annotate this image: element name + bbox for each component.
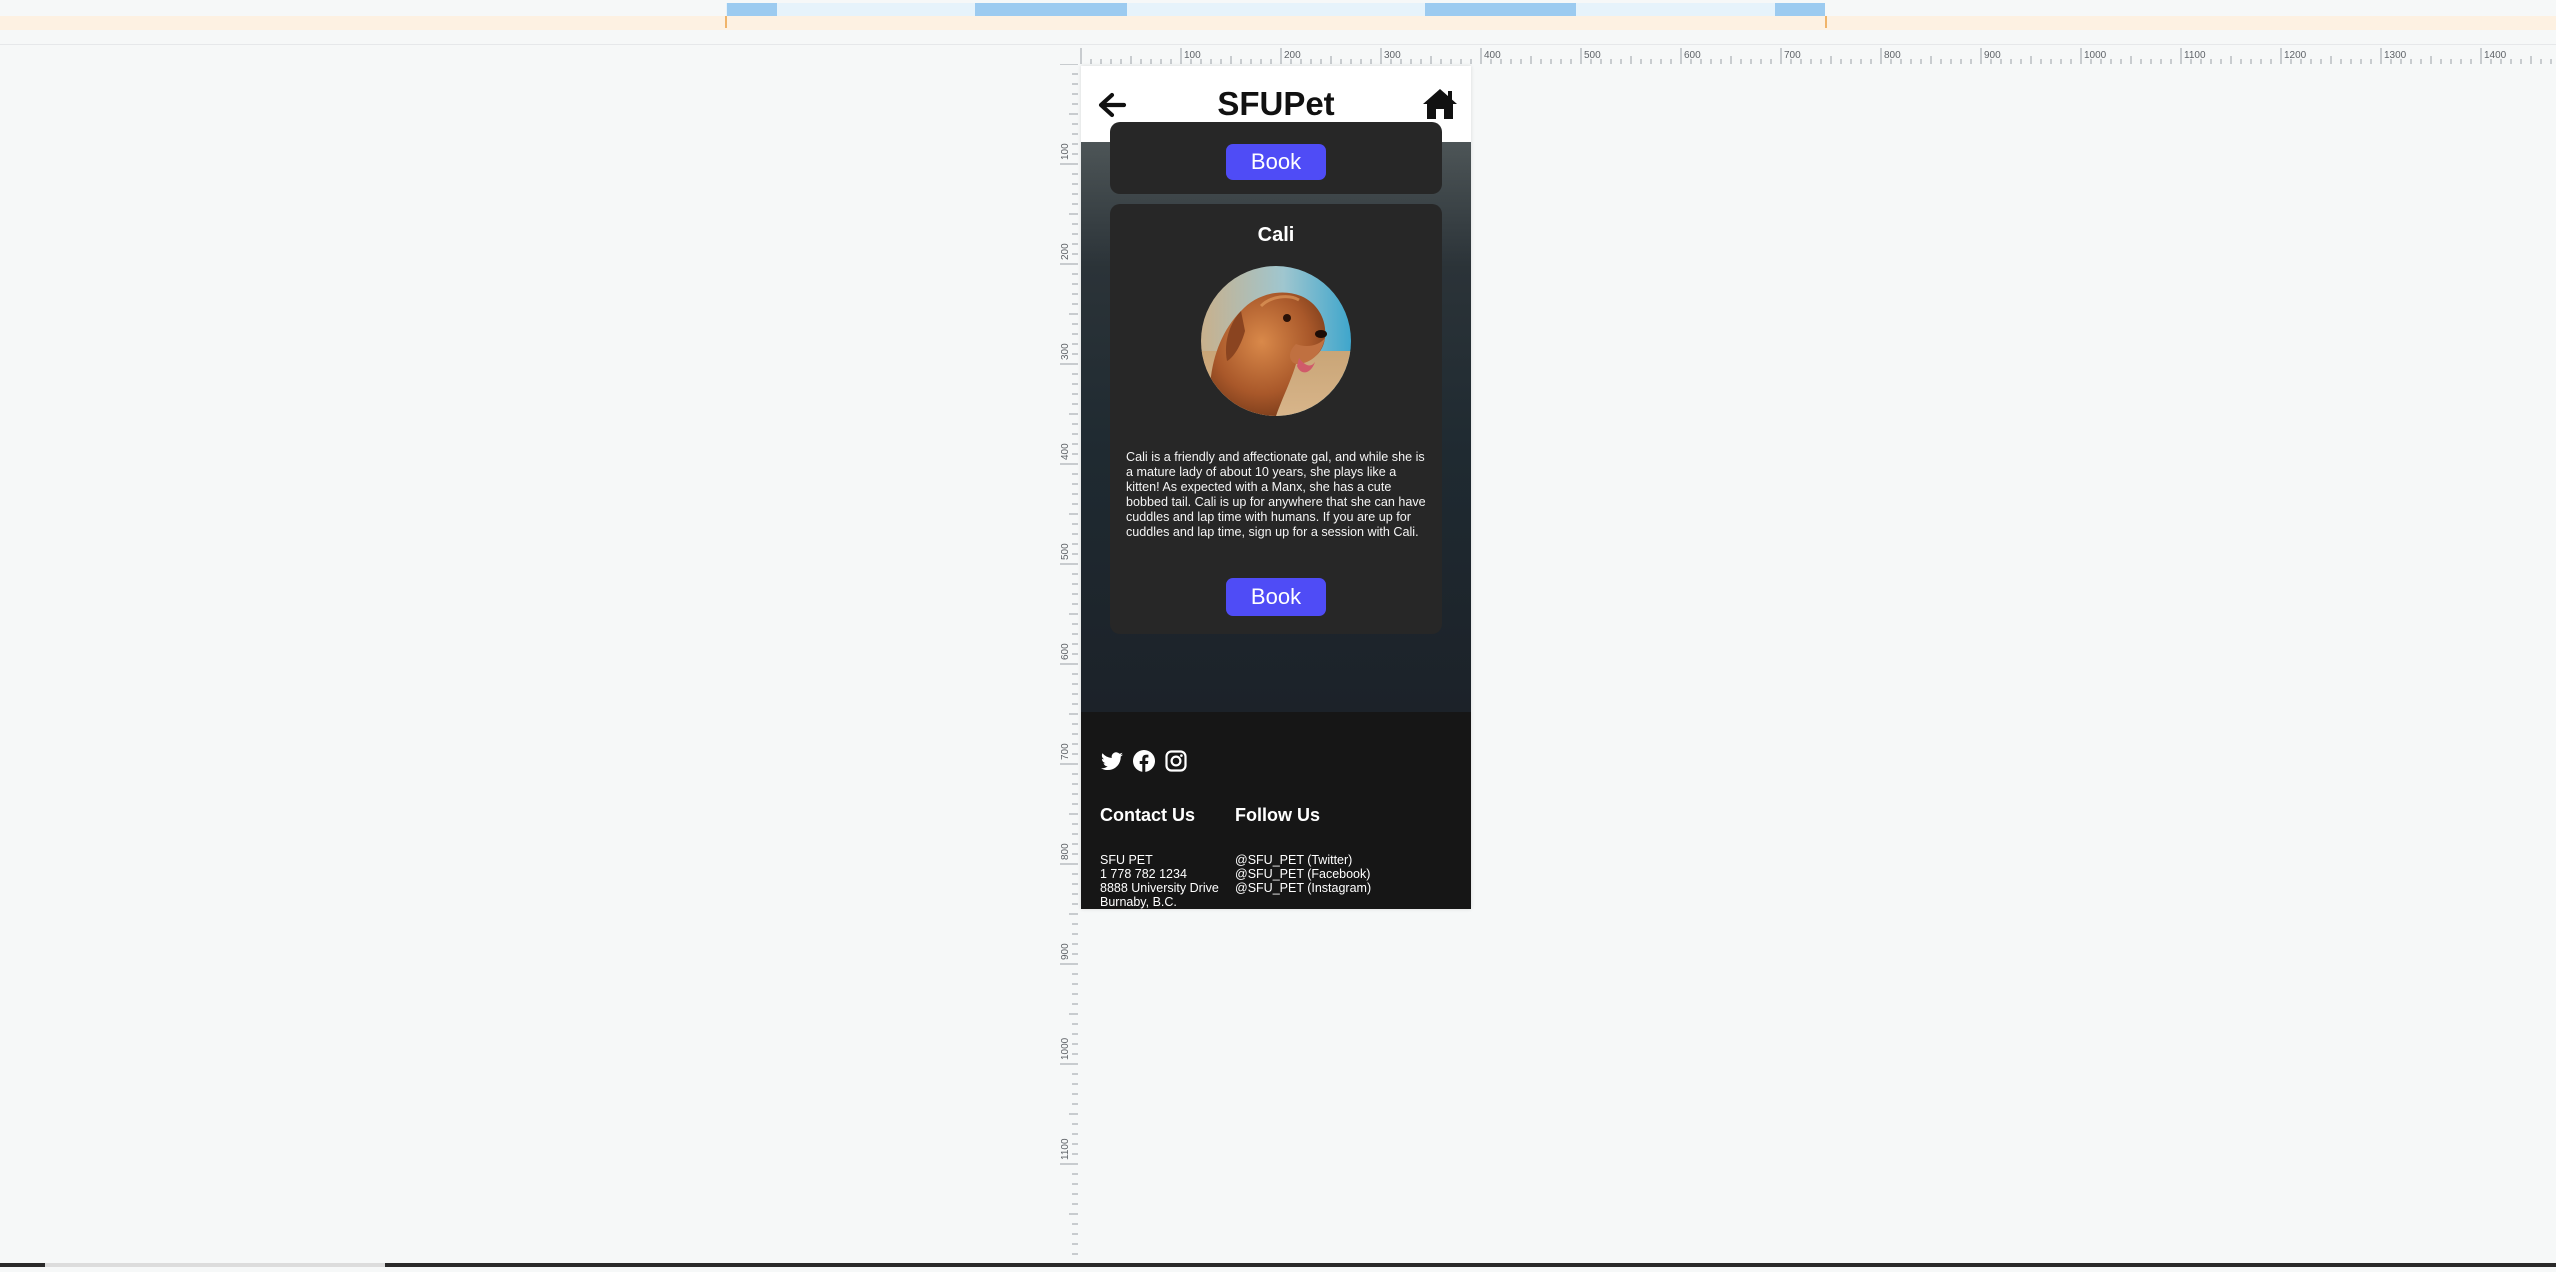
ruler-label: 900 — [1984, 50, 2001, 61]
pet-card: Cali Cali is a friendly and affectionate… — [1110, 204, 1442, 634]
ruler-label: 300 — [1384, 50, 1401, 61]
ruler-label: 400 — [1484, 50, 1501, 61]
contact-line: 1 778 782 1234 — [1100, 867, 1187, 881]
vertical-ruler: 100 200 300 400 500 600 700 800 900 1000 1100 — [1060, 64, 1078, 1258]
ruler-label: 400 — [1060, 443, 1071, 460]
follow-link-facebook[interactable]: @SFU_PET (Facebook) — [1235, 867, 1371, 881]
instagram-icon[interactable] — [1164, 749, 1188, 773]
app-title: SFUPet — [1217, 85, 1335, 122]
pet-list: Book Cali Cali is a friendly and affecti… — [1081, 122, 1471, 712]
ruler-label: 1000 — [1060, 1037, 1071, 1060]
media-query-bar — [0, 0, 2556, 30]
toolbar-divider — [0, 44, 2556, 45]
ruler-label: 1400 — [2484, 50, 2507, 61]
follow-title: Follow Us — [1235, 805, 1320, 825]
ruler-label: 1000 — [2084, 50, 2107, 61]
breakpoint-segment[interactable] — [975, 3, 1127, 16]
follow-link-twitter[interactable]: @SFU_PET (Twitter) — [1235, 853, 1371, 867]
ruler-label: 300 — [1060, 343, 1071, 360]
ruler-label: 500 — [1060, 543, 1071, 560]
min-width-bar — [0, 16, 2556, 30]
taskbar-edge — [0, 1254, 2556, 1267]
ruler-label: 100 — [1060, 143, 1071, 160]
book-button[interactable]: Book — [1226, 578, 1326, 616]
ruler-label: 900 — [1060, 943, 1071, 960]
ruler-label: 500 — [1584, 50, 1601, 61]
ruler-label: 700 — [1060, 743, 1071, 760]
pet-card-previous: Book — [1110, 122, 1442, 194]
ruler-label: 600 — [1684, 50, 1701, 61]
contact-title: Contact Us — [1100, 805, 1196, 825]
contact-info: SFU PET 1 778 782 1234 8888 University D… — [1100, 853, 1219, 909]
contact-line: 8888 University Drive — [1100, 881, 1219, 895]
follow-link-instagram[interactable]: @SFU_PET (Instagram) — [1235, 881, 1371, 895]
ruler-label: 800 — [1060, 843, 1071, 860]
follow-info: @SFU_PET (Twitter) @SFU_PET (Facebook) @… — [1235, 853, 1371, 895]
breakpoint-segment[interactable] — [1425, 3, 1576, 16]
ruler-label: 600 — [1060, 643, 1071, 660]
contact-line: Burnaby, B.C. — [1100, 895, 1177, 909]
ruler-label: 800 — [1884, 50, 1901, 61]
horizontal-ruler: 100 200 300 400 500 600 700 800 900 1000 1100 1200 1… — [1076, 48, 2556, 64]
home-icon[interactable] — [1421, 86, 1459, 122]
ruler-label: 1200 — [2284, 50, 2307, 61]
social-links — [1100, 749, 1188, 773]
width-marker — [1825, 16, 1827, 28]
ruler-label: 100 — [1184, 50, 1201, 61]
footer: Contact Us Follow Us SFU PET 1 778 782 1… — [1081, 712, 1471, 909]
arrow-left-icon[interactable] — [1095, 88, 1129, 122]
facebook-icon[interactable] — [1132, 749, 1156, 773]
ruler-label: 700 — [1784, 50, 1801, 61]
dog-photo — [1201, 266, 1351, 416]
breakpoint-segment[interactable] — [1775, 3, 1825, 16]
ruler-label: 1100 — [1060, 1138, 1071, 1160]
ruler-label: 200 — [1284, 50, 1301, 61]
pet-description: Cali is a friendly and affectionate gal,… — [1126, 450, 1426, 539]
ruler-label: 200 — [1060, 243, 1071, 260]
book-button[interactable]: Book — [1226, 144, 1326, 180]
breakpoint-segment[interactable] — [727, 3, 777, 16]
contact-line: SFU PET — [1100, 853, 1153, 867]
ruler-label: 1300 — [2384, 50, 2407, 61]
media-query-range — [726, 3, 1825, 16]
device-viewport: SFUPet Book Cali Cali is a friendly and … — [1081, 66, 1471, 909]
ruler-label: 1100 — [2184, 50, 2206, 61]
pet-name: Cali — [1257, 224, 1295, 246]
width-marker — [725, 16, 727, 28]
twitter-icon[interactable] — [1100, 749, 1124, 773]
